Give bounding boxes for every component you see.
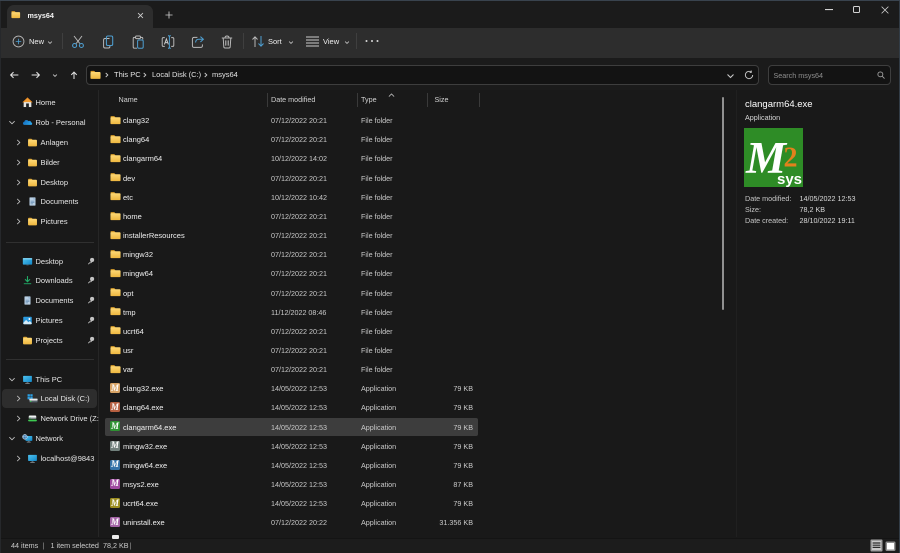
svg-text:2: 2 [784, 143, 798, 174]
svg-text:sys: sys [777, 171, 802, 187]
